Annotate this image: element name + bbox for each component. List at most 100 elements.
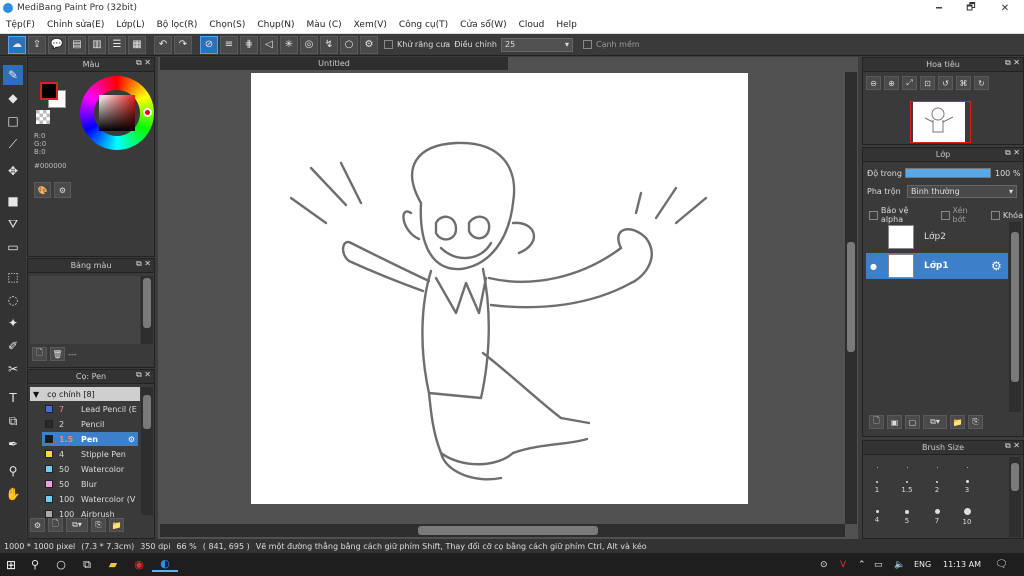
line-tool-icon[interactable]: ⟋ [3,134,23,154]
layer-folder-icon[interactable]: 📁 [950,415,965,429]
blend-select[interactable]: Bình thường ▾ [907,185,1017,198]
canvas-horizontal-scrollbar[interactable] [160,524,845,537]
circle-snap-icon[interactable]: ○ [340,35,358,54]
panel-close-icon[interactable]: ⧉ ✕ [1005,148,1020,158]
brush-size-cell[interactable]: 2 [923,474,951,500]
task-view-icon[interactable]: ⧉ [74,558,100,572]
lasso-tool-icon[interactable]: ◌ [3,290,23,310]
menu-tools[interactable]: Công cụ(T) [393,20,454,30]
language-indicator[interactable]: ENG [914,560,931,569]
move-tool-icon[interactable]: ✥ [3,161,23,181]
chat-icon[interactable]: 💬 [48,35,66,54]
brush-group-header[interactable]: ▼ cọ chính [8] [30,387,140,401]
gradient-tool-icon[interactable]: ▭ [3,237,23,257]
brush-size-cell[interactable]: 4 [863,504,891,530]
panel-close-icon[interactable]: ⧉ ✕ [1005,58,1020,68]
pen-tool-icon[interactable]: ✒ [3,434,23,454]
hue-handle[interactable] [143,108,152,117]
clock[interactable]: 11:13 AM [943,560,981,569]
brush-list-item[interactable]: 50 Blur [42,477,138,491]
new-layer-icon[interactable]: 🗋 [869,415,884,429]
list-icon[interactable]: ☰ [108,35,126,54]
menu-layer[interactable]: Lớp(L) [110,20,150,30]
file-explorer-icon[interactable]: ▰ [100,558,126,571]
fill-rect-tool-icon[interactable]: ■ [3,191,23,211]
brush-size-cell[interactable]: 10 [953,504,981,530]
antialias-checkbox[interactable] [384,40,393,49]
hue-wheel[interactable] [80,76,154,150]
minimize-button[interactable]: 🗕 [922,0,956,16]
tray-vivaldi-icon[interactable]: V [840,560,846,570]
close-button[interactable]: ✕ [988,0,1022,16]
layer-row-1[interactable]: ● Lớp1 ⚙ [866,253,1008,279]
saturation-square[interactable] [99,95,135,131]
document-icon[interactable]: ▥ [88,35,106,54]
grid-icon[interactable]: ▦ [128,35,146,54]
menu-view[interactable]: Xem(V) [348,20,393,30]
search-icon[interactable]: ⚲ [22,558,48,571]
brush-list-item[interactable]: 4 Stipple Pen [42,447,138,461]
tray-icon[interactable]: ⊙ [820,560,828,570]
radial-snap-icon[interactable]: ✳ [280,35,298,54]
perspective-snap-icon[interactable]: ◁ [260,35,278,54]
palette-scrollbar[interactable] [141,276,153,344]
curve-snap-icon[interactable]: ↯ [320,35,338,54]
layer-duplicate-icon[interactable]: ⎘ [968,415,983,429]
menu-edit[interactable]: Chỉnh sửa(E) [41,20,110,30]
lock-checkbox[interactable] [990,210,1000,220]
navigator-view-rect[interactable] [910,101,971,143]
edge-checkbox[interactable] [582,40,592,49]
layer-row-2[interactable]: Lớp2 [866,224,1008,250]
delete-palette-icon[interactable]: 🗑 [50,347,65,361]
new-layer-8bit-icon[interactable]: ▣ [887,415,902,429]
transparent-swatch[interactable] [36,110,50,124]
cloud-icon[interactable]: ☁ [8,35,26,54]
snap-off-icon[interactable]: ⊘ [200,35,218,54]
panel-close-icon[interactable]: ⧉ ✕ [136,259,151,269]
select-eraser-icon[interactable]: ✂ [3,359,23,379]
new-layer-1bit-icon[interactable]: ▢ [905,415,920,429]
brush-size-cell[interactable]: 5 [893,504,921,530]
select-pen-icon[interactable]: ✐ [3,336,23,356]
dot-tool-icon[interactable]: □ [3,111,23,131]
menu-select[interactable]: Chọn(S) [203,20,251,30]
reset-view-icon[interactable]: ⌘ [956,76,971,90]
canvas-vertical-scrollbar[interactable] [845,72,857,524]
rotate-left-icon[interactable]: ↺ [938,76,953,90]
undo-icon[interactable]: ↶ [154,35,172,54]
tray-up-icon[interactable]: ⌃ [858,560,866,570]
navigator-preview[interactable] [910,101,971,143]
document-tab[interactable]: Untitled [160,57,508,70]
panel-close-icon[interactable]: ⧉ ✕ [136,58,151,68]
brush-list-item[interactable]: 7 Lead Pencil (E [42,402,138,416]
grid-snap-icon[interactable]: ⋕ [240,35,258,54]
eyedropper-tool-icon[interactable]: ⚲ [3,461,23,481]
zoom-in-icon[interactable]: ⊕ [884,76,899,90]
menu-cloud[interactable]: Cloud [513,20,551,30]
brush-list-item[interactable]: 1.5 Pen ⚙ [42,432,138,446]
menu-help[interactable]: Help [550,20,583,30]
bucket-tool-icon[interactable]: ⛛ [3,214,23,234]
color-settings-icon[interactable]: ⚙ [54,182,71,198]
brush-list-item[interactable]: 100 Watercolor (V [42,492,138,506]
magic-wand-icon[interactable]: ✦ [3,313,23,333]
zoom-out-icon[interactable]: ⊖ [866,76,881,90]
concentric-snap-icon[interactable]: ◎ [300,35,318,54]
brush-tool-icon[interactable]: ✎ [3,65,23,85]
snap-settings-icon[interactable]: ⚙ [360,35,378,54]
brush-size-cell[interactable]: 7 [923,504,951,530]
visibility-eye-icon[interactable]: ● [870,262,877,271]
menu-window[interactable]: Cửa sổ(W) [454,20,512,30]
panel-close-icon[interactable]: ⧉ ✕ [1005,441,1020,451]
menu-color[interactable]: Màu (C) [301,20,348,30]
layer-scrollbar[interactable] [1009,222,1021,412]
text-tool-icon[interactable]: T [3,388,23,408]
palette-icon[interactable]: 🎨 [34,182,51,198]
comment-icon[interactable]: ▤ [68,35,86,54]
hand-tool-icon[interactable]: ✋ [3,484,23,504]
foreground-color-swatch[interactable] [40,82,58,100]
brushsize-scrollbar[interactable] [1009,457,1021,537]
layer-settings-gear-icon[interactable]: ⚙ [991,259,1002,273]
menu-filter[interactable]: Bộ lọc(R) [151,20,204,30]
brush-list-item[interactable]: 100 Airbrush [42,507,138,521]
